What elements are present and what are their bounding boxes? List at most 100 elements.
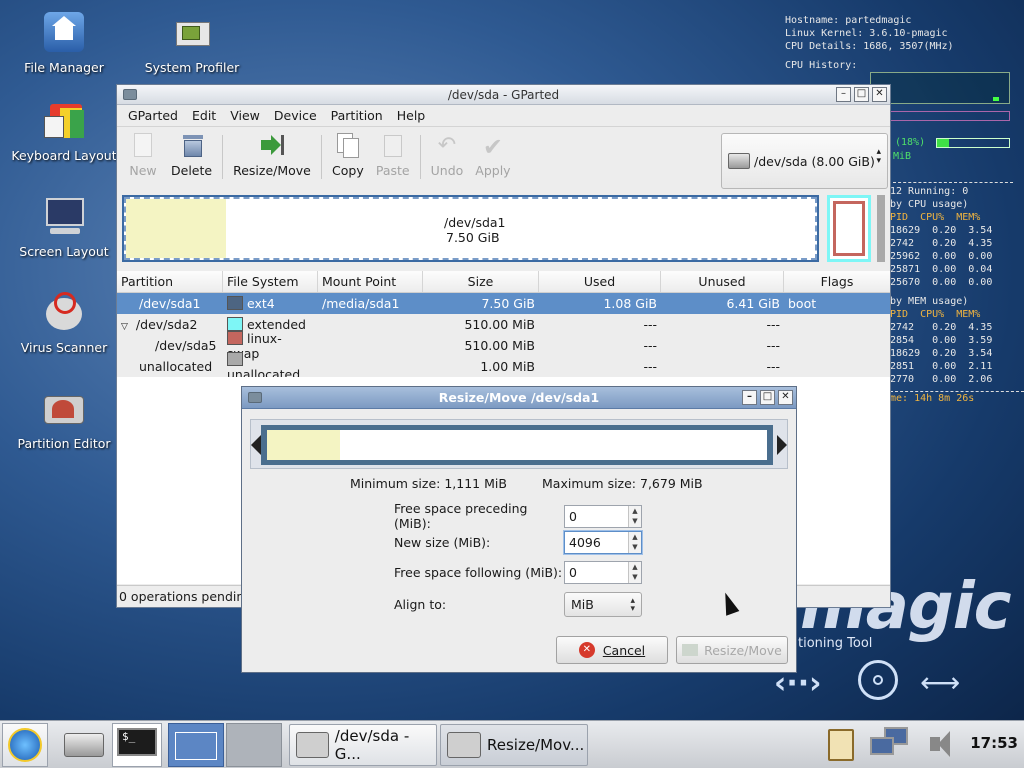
col-size[interactable]: Size <box>423 271 539 292</box>
conky-separator <box>893 182 1013 183</box>
minimize-button[interactable]: – <box>836 87 851 102</box>
paste-button[interactable]: Paste <box>370 133 416 178</box>
new-label: New <box>129 163 157 178</box>
menu-view[interactable]: View <box>223 108 267 123</box>
start-menu-button[interactable] <box>2 723 48 767</box>
clipboard-icon[interactable] <box>828 729 854 761</box>
partition-editor-icon <box>296 732 329 758</box>
network-icon[interactable] <box>870 727 910 761</box>
fs-color-swatch <box>227 351 243 366</box>
window-icon <box>123 89 137 100</box>
cell-unused: 6.41 GiB <box>726 296 780 311</box>
cell-used: --- <box>643 317 657 332</box>
new-button[interactable]: New <box>121 133 165 178</box>
col-filesystem[interactable]: File System <box>223 271 318 292</box>
table-row[interactable]: /dev/sda1 ext4 /media/sda1 7.50 GiB 1.08… <box>117 293 890 314</box>
menu-partition[interactable]: Partition <box>324 108 390 123</box>
table-row[interactable]: unallocated unallocated 1.00 MiB --- --- <box>117 351 890 382</box>
desktop-icon-label: Virus Scanner <box>20 340 108 355</box>
new-icon <box>130 133 156 159</box>
free-space-preceding-input[interactable]: 0 ▲ ▼ <box>564 504 642 528</box>
launcher-harddisk[interactable] <box>58 725 108 765</box>
maximize-button[interactable]: □ <box>854 87 869 102</box>
desktop-icon-screen-layout[interactable]: Screen Layout <box>9 194 119 259</box>
menu-help[interactable]: Help <box>390 108 433 123</box>
align-select[interactable]: MiB ▴ ▾ <box>564 592 642 617</box>
taskbar-item-resize[interactable]: Resize/Mov... <box>440 724 588 766</box>
mem-usage-columns: PID CPU% MEM% <box>890 309 981 320</box>
checkmark-icon: ✔ <box>482 133 503 161</box>
workspace-1[interactable] <box>168 723 224 767</box>
partition-table-header: Partition File System Mount Point Size U… <box>117 271 890 293</box>
expander-icon[interactable]: ▽ <box>121 322 128 332</box>
partition-block-extended[interactable] <box>827 195 871 262</box>
resize-move-button[interactable]: Resize/Move <box>227 133 317 178</box>
dialog-titlebar[interactable]: Resize/Move /dev/sda1 – □ ✕ <box>242 387 796 409</box>
col-flags[interactable]: Flags <box>784 271 890 292</box>
volume-icon[interactable] <box>924 727 964 761</box>
desktop-icon-file-manager[interactable]: File Manager <box>9 10 119 75</box>
cell-partition: /dev/sda5 <box>155 338 217 353</box>
resize-left-handle-icon[interactable] <box>251 435 261 455</box>
cpu-history-label: CPU History: <box>785 60 858 71</box>
resize-move-dialog: Resize/Move /dev/sda1 – □ ✕ Minimum size… <box>241 386 797 673</box>
clock[interactable]: 17:53 <box>970 734 1018 752</box>
desktop-icon-keyboard-layout[interactable]: Keyboard Layout <box>9 98 119 163</box>
cell-flags: boot <box>788 296 817 311</box>
col-used[interactable]: Used <box>539 271 661 292</box>
taskbar-item-gparted[interactable]: /dev/sda - G... <box>289 724 437 766</box>
col-partition[interactable]: Partition <box>117 271 223 292</box>
copy-button[interactable]: Copy <box>326 133 370 178</box>
device-selector-value: /dev/sda (8.00 GiB) <box>754 153 875 169</box>
device-selector[interactable]: /dev/sda (8.00 GiB) ▴ ▾ <box>721 133 888 189</box>
col-unused[interactable]: Unused <box>661 271 784 292</box>
workspace-2[interactable] <box>226 723 282 767</box>
running-text: 12 Running: 0 <box>890 186 969 197</box>
desktop-icon-virus-scanner[interactable]: Virus Scanner <box>9 290 119 355</box>
resize-right-handle-icon[interactable] <box>777 435 787 455</box>
minimize-button[interactable]: – <box>742 390 757 405</box>
resize-move-confirm-button[interactable]: Resize/Move <box>676 636 788 664</box>
paste-label: Paste <box>375 163 410 178</box>
spin-arrows-icon[interactable]: ▲ ▼ <box>628 532 641 553</box>
spin-arrows-icon[interactable]: ▲ ▼ <box>628 505 641 527</box>
start-menu-icon <box>8 728 42 762</box>
menu-device[interactable]: Device <box>267 108 324 123</box>
new-size-input[interactable]: 4096 ▲ ▼ <box>564 531 642 554</box>
maximize-button[interactable]: □ <box>760 390 775 405</box>
desktop-icon-partition-editor[interactable]: Partition Editor <box>9 386 119 451</box>
graphic-partition-name: /dev/sda1 <box>444 215 506 230</box>
undo-button[interactable]: ↶ Undo <box>425 133 470 178</box>
cpu-usage-header: by CPU usage) <box>890 199 969 210</box>
menu-gparted[interactable]: GParted <box>121 108 185 123</box>
desktop-icon-label: File Manager <box>24 60 104 75</box>
close-button[interactable]: ✕ <box>778 390 793 405</box>
copy-icon <box>335 133 361 159</box>
partition-bar[interactable] <box>261 425 773 465</box>
cell-size: 510.00 MiB <box>464 317 535 332</box>
partition-block-unallocated <box>877 195 885 262</box>
resize-graphic[interactable] <box>250 419 788 469</box>
menu-edit[interactable]: Edit <box>185 108 223 123</box>
window-title: /dev/sda - GParted <box>447 87 560 102</box>
free-space-following-input[interactable]: 0 ▲ ▼ <box>564 561 642 584</box>
col-mountpoint[interactable]: Mount Point <box>318 271 423 292</box>
chevron-updown-icon: ▴ ▾ <box>630 596 635 614</box>
free-space-following-label: Free space following (MiB): <box>394 565 563 580</box>
apply-button[interactable]: ✔ Apply <box>469 133 516 178</box>
partition-block-sda1[interactable]: /dev/sda1 7.50 GiB <box>124 197 817 260</box>
mem-usage-header: by MEM usage) <box>890 296 969 307</box>
close-button[interactable]: ✕ <box>872 87 887 102</box>
launcher-terminal[interactable]: $_ <box>112 723 162 767</box>
disk-graphic: /dev/sda1 7.50 GiB <box>122 195 819 262</box>
keyboard-layout-icon <box>40 98 88 144</box>
undo-label: Undo <box>430 163 464 178</box>
desktop-icon-system-profiler[interactable]: System Profiler <box>137 10 247 75</box>
apply-label: Apply <box>475 163 511 178</box>
cancel-button[interactable]: ✕ Cancel <box>556 636 668 664</box>
spin-arrows-icon[interactable]: ▲ ▼ <box>628 562 641 583</box>
mem-usage-row: 2851 0.00 2.11 <box>890 361 993 372</box>
brand-subtitle: tioning Tool <box>798 636 873 651</box>
delete-button[interactable]: Delete <box>165 133 218 178</box>
gparted-titlebar[interactable]: /dev/sda - GParted – □ ✕ <box>117 85 890 105</box>
